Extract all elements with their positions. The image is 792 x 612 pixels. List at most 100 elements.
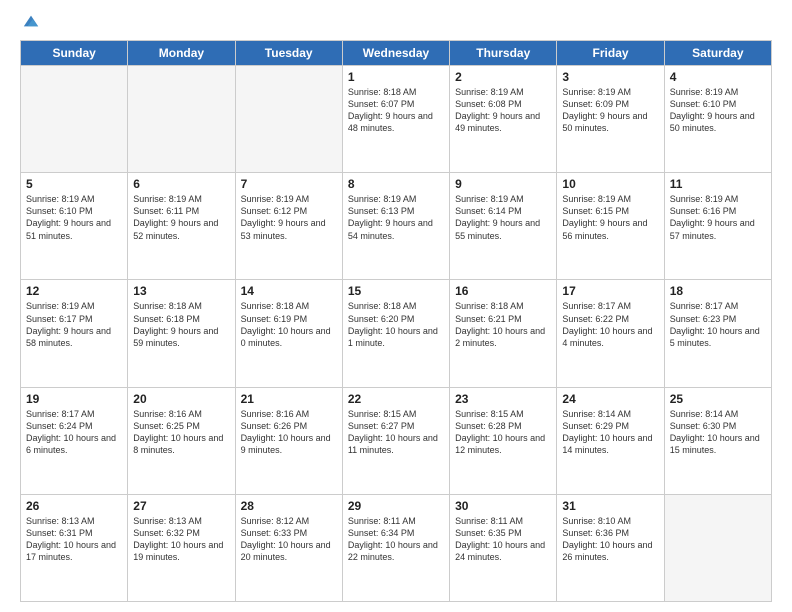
day-number: 4: [670, 70, 766, 84]
day-info: Sunrise: 8:13 AM Sunset: 6:31 PM Dayligh…: [26, 515, 122, 564]
day-number: 22: [348, 392, 444, 406]
calendar-cell: 12 Sunrise: 8:19 AM Sunset: 6:17 PM Dayli…: [21, 280, 128, 387]
day-info: Sunrise: 8:17 AM Sunset: 6:22 PM Dayligh…: [562, 300, 658, 349]
calendar-cell: 24 Sunrise: 8:14 AM Sunset: 6:29 PM Dayli…: [557, 387, 664, 494]
day-info: Sunrise: 8:12 AM Sunset: 6:33 PM Dayligh…: [241, 515, 337, 564]
day-info: Sunrise: 8:17 AM Sunset: 6:23 PM Dayligh…: [670, 300, 766, 349]
day-number: 23: [455, 392, 551, 406]
day-number: 6: [133, 177, 229, 191]
day-number: 3: [562, 70, 658, 84]
calendar-cell: 11 Sunrise: 8:19 AM Sunset: 6:16 PM Dayli…: [664, 173, 771, 280]
day-info: Sunrise: 8:19 AM Sunset: 6:11 PM Dayligh…: [133, 193, 229, 242]
day-number: 30: [455, 499, 551, 513]
calendar-cell: 31 Sunrise: 8:10 AM Sunset: 6:36 PM Dayli…: [557, 494, 664, 601]
calendar-cell: 28 Sunrise: 8:12 AM Sunset: 6:33 PM Dayli…: [235, 494, 342, 601]
calendar-cell: [235, 66, 342, 173]
day-info: Sunrise: 8:19 AM Sunset: 6:09 PM Dayligh…: [562, 86, 658, 135]
day-info: Sunrise: 8:13 AM Sunset: 6:32 PM Dayligh…: [133, 515, 229, 564]
day-number: 12: [26, 284, 122, 298]
calendar-cell: 4 Sunrise: 8:19 AM Sunset: 6:10 PM Daylig…: [664, 66, 771, 173]
day-of-week-header: Thursday: [450, 41, 557, 66]
day-info: Sunrise: 8:19 AM Sunset: 6:15 PM Dayligh…: [562, 193, 658, 242]
calendar-cell: 27 Sunrise: 8:13 AM Sunset: 6:32 PM Dayli…: [128, 494, 235, 601]
day-number: 28: [241, 499, 337, 513]
day-of-week-header: Wednesday: [342, 41, 449, 66]
calendar-cell: 1 Sunrise: 8:18 AM Sunset: 6:07 PM Daylig…: [342, 66, 449, 173]
day-info: Sunrise: 8:16 AM Sunset: 6:26 PM Dayligh…: [241, 408, 337, 457]
calendar-cell: 25 Sunrise: 8:14 AM Sunset: 6:30 PM Dayli…: [664, 387, 771, 494]
day-number: 26: [26, 499, 122, 513]
day-info: Sunrise: 8:17 AM Sunset: 6:24 PM Dayligh…: [26, 408, 122, 457]
day-number: 8: [348, 177, 444, 191]
day-of-week-header: Tuesday: [235, 41, 342, 66]
day-info: Sunrise: 8:18 AM Sunset: 6:21 PM Dayligh…: [455, 300, 551, 349]
calendar-cell: 15 Sunrise: 8:18 AM Sunset: 6:20 PM Dayli…: [342, 280, 449, 387]
day-number: 5: [26, 177, 122, 191]
day-number: 10: [562, 177, 658, 191]
calendar-cell: 5 Sunrise: 8:19 AM Sunset: 6:10 PM Daylig…: [21, 173, 128, 280]
calendar-cell: 20Sunrise: 8:16 AM Sunset: 6:25 PM Dayli…: [128, 387, 235, 494]
calendar-cell: 17 Sunrise: 8:17 AM Sunset: 6:22 PM Dayli…: [557, 280, 664, 387]
day-of-week-header: Friday: [557, 41, 664, 66]
day-info: Sunrise: 8:19 AM Sunset: 6:16 PM Dayligh…: [670, 193, 766, 242]
logo: [20, 16, 40, 30]
calendar-cell: 23 Sunrise: 8:15 AM Sunset: 6:28 PM Dayli…: [450, 387, 557, 494]
day-info: Sunrise: 8:18 AM Sunset: 6:07 PM Dayligh…: [348, 86, 444, 135]
calendar-cell: 6 Sunrise: 8:19 AM Sunset: 6:11 PM Daylig…: [128, 173, 235, 280]
calendar-cell: 10 Sunrise: 8:19 AM Sunset: 6:15 PM Dayli…: [557, 173, 664, 280]
calendar-cell: 29 Sunrise: 8:11 AM Sunset: 6:34 PM Dayli…: [342, 494, 449, 601]
day-number: 25: [670, 392, 766, 406]
day-number: 19: [26, 392, 122, 406]
day-number: 27: [133, 499, 229, 513]
calendar-cell: 21 Sunrise: 8:16 AM Sunset: 6:26 PM Dayli…: [235, 387, 342, 494]
calendar-table: SundayMondayTuesdayWednesdayThursdayFrid…: [20, 40, 772, 602]
day-of-week-header: Sunday: [21, 41, 128, 66]
day-info: Sunrise: 8:19 AM Sunset: 6:14 PM Dayligh…: [455, 193, 551, 242]
calendar-cell: 19 Sunrise: 8:17 AM Sunset: 6:24 PM Dayli…: [21, 387, 128, 494]
day-number: 2: [455, 70, 551, 84]
calendar-cell: 8 Sunrise: 8:19 AM Sunset: 6:13 PM Daylig…: [342, 173, 449, 280]
calendar-cell: 13 Sunrise: 8:18 AM Sunset: 6:18 PM Dayli…: [128, 280, 235, 387]
day-info: Sunrise: 8:15 AM Sunset: 6:27 PM Dayligh…: [348, 408, 444, 457]
calendar-cell: 9 Sunrise: 8:19 AM Sunset: 6:14 PM Daylig…: [450, 173, 557, 280]
calendar-cell: 16Sunrise: 8:18 AM Sunset: 6:21 PM Dayli…: [450, 280, 557, 387]
page: SundayMondayTuesdayWednesdayThursdayFrid…: [0, 0, 792, 612]
day-number: 9: [455, 177, 551, 191]
day-info: Sunrise: 8:19 AM Sunset: 6:08 PM Dayligh…: [455, 86, 551, 135]
day-info: Sunrise: 8:19 AM Sunset: 6:10 PM Dayligh…: [26, 193, 122, 242]
day-info: Sunrise: 8:11 AM Sunset: 6:34 PM Dayligh…: [348, 515, 444, 564]
day-number: 14: [241, 284, 337, 298]
day-info: Sunrise: 8:19 AM Sunset: 6:10 PM Dayligh…: [670, 86, 766, 135]
calendar-cell: 18 Sunrise: 8:17 AM Sunset: 6:23 PM Dayli…: [664, 280, 771, 387]
header: [20, 16, 772, 30]
day-info: Sunrise: 8:18 AM Sunset: 6:20 PM Dayligh…: [348, 300, 444, 349]
day-info: Sunrise: 8:18 AM Sunset: 6:18 PM Dayligh…: [133, 300, 229, 349]
day-number: 11: [670, 177, 766, 191]
day-info: Sunrise: 8:18 AM Sunset: 6:19 PM Dayligh…: [241, 300, 337, 349]
calendar-cell: [664, 494, 771, 601]
day-of-week-header: Monday: [128, 41, 235, 66]
calendar-cell: 22 Sunrise: 8:15 AM Sunset: 6:27 PM Dayli…: [342, 387, 449, 494]
day-info: Sunrise: 8:11 AM Sunset: 6:35 PM Dayligh…: [455, 515, 551, 564]
calendar-cell: [21, 66, 128, 173]
day-info: Sunrise: 8:19 AM Sunset: 6:17 PM Dayligh…: [26, 300, 122, 349]
day-number: 17: [562, 284, 658, 298]
day-info: Sunrise: 8:14 AM Sunset: 6:30 PM Dayligh…: [670, 408, 766, 457]
logo-icon: [22, 12, 40, 30]
day-number: 1: [348, 70, 444, 84]
day-of-week-header: Saturday: [664, 41, 771, 66]
calendar-cell: 26 Sunrise: 8:13 AM Sunset: 6:31 PM Dayli…: [21, 494, 128, 601]
day-number: 29: [348, 499, 444, 513]
day-info: Sunrise: 8:19 AM Sunset: 6:13 PM Dayligh…: [348, 193, 444, 242]
day-number: 15: [348, 284, 444, 298]
day-number: 13: [133, 284, 229, 298]
day-number: 24: [562, 392, 658, 406]
day-number: 18: [670, 284, 766, 298]
day-number: 21: [241, 392, 337, 406]
day-info: Sunrise: 8:15 AM Sunset: 6:28 PM Dayligh…: [455, 408, 551, 457]
day-info: Sunrise: 8:14 AM Sunset: 6:29 PM Dayligh…: [562, 408, 658, 457]
day-info: Sunrise: 8:10 AM Sunset: 6:36 PM Dayligh…: [562, 515, 658, 564]
day-info: Sunrise: 8:16 AM Sunset: 6:25 PM Dayligh…: [133, 408, 229, 457]
calendar-cell: 7Sunrise: 8:19 AM Sunset: 6:12 PM Daylig…: [235, 173, 342, 280]
day-number: 31: [562, 499, 658, 513]
